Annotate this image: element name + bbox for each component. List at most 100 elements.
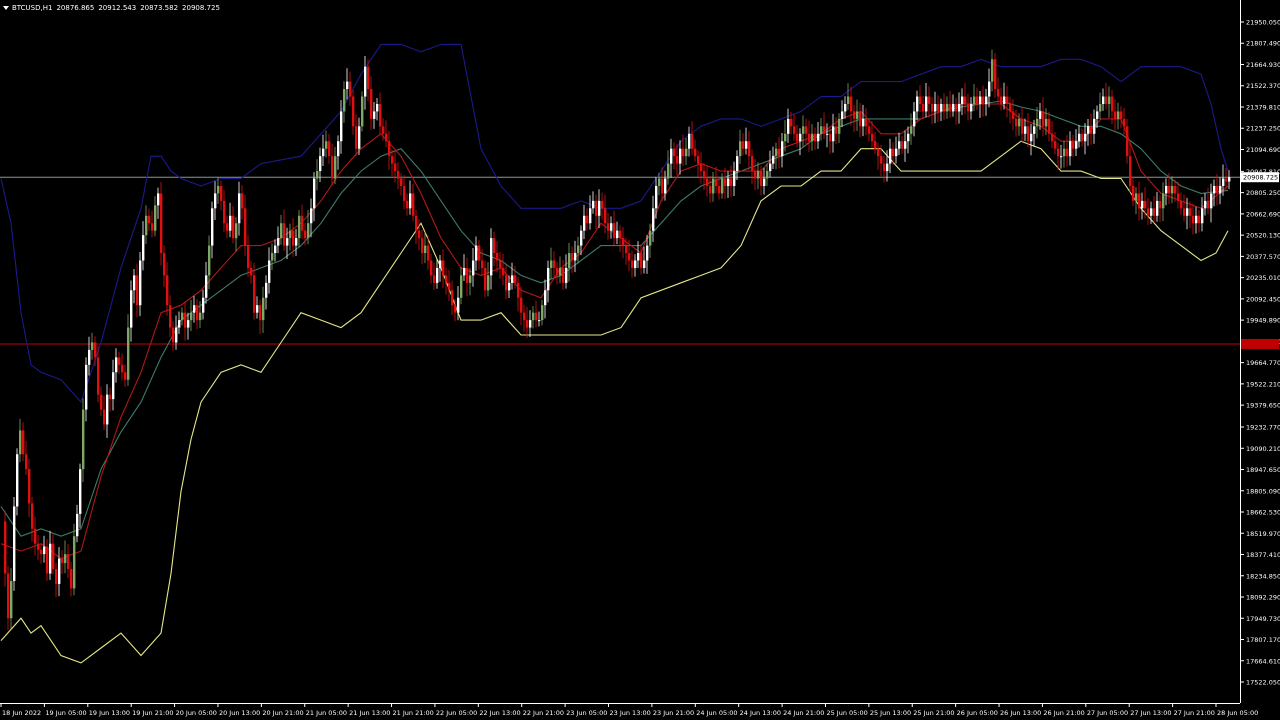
candle-body <box>796 133 799 142</box>
candle-body <box>856 111 859 119</box>
candle-body <box>301 215 304 231</box>
candle-body <box>385 133 388 142</box>
candle-body <box>937 103 940 112</box>
candle-body <box>733 171 736 186</box>
candle-body <box>964 96 967 104</box>
candle-body <box>940 103 943 112</box>
candle-body <box>91 342 94 350</box>
candle-body <box>778 148 781 157</box>
candle-body <box>1069 141 1072 157</box>
candle-body <box>1072 141 1075 149</box>
y-tick-label: 19522.210 <box>1246 380 1280 388</box>
candle-body <box>34 528 37 544</box>
y-tick-label: 20805.250 <box>1246 189 1280 197</box>
candle-body <box>694 148 697 157</box>
candle-body <box>508 282 511 291</box>
candle-body <box>607 223 610 231</box>
candle-body <box>283 223 286 246</box>
candle-body <box>394 163 397 172</box>
candle-body <box>1228 177 1231 182</box>
candle-body <box>1135 193 1138 201</box>
candle-body <box>850 96 853 112</box>
candle-body <box>403 185 406 201</box>
candle-body <box>811 133 814 142</box>
candle-body <box>595 200 598 216</box>
candle-body <box>859 111 862 127</box>
candle-body <box>424 245 427 254</box>
y-tick-label: 18377.410 <box>1246 551 1280 559</box>
candle-body <box>322 148 325 157</box>
candle-body <box>1216 185 1219 194</box>
candle-body <box>259 305 262 321</box>
candle-body <box>118 357 121 365</box>
candle-body <box>892 148 895 157</box>
candle-body <box>1141 200 1144 209</box>
candle-body <box>205 275 208 298</box>
candle-body <box>577 245 580 254</box>
candle-body <box>652 208 655 231</box>
candle-body <box>100 394 103 410</box>
candle-body <box>946 103 949 112</box>
candle-body <box>493 238 496 254</box>
x-tick-label: 24 Jun 13:00 <box>740 709 781 717</box>
candle-body <box>835 126 838 134</box>
candle-body <box>889 148 892 164</box>
candle-body <box>742 141 745 149</box>
chart-window[interactable]: BTCUSD,H1 20876.865 20912.543 20873.582 2090… <box>0 0 1280 720</box>
candle-body <box>1114 111 1117 119</box>
candle-body <box>973 96 976 104</box>
candle-body <box>925 96 928 112</box>
candle-body <box>67 554 70 570</box>
candle-body <box>445 275 448 283</box>
candle-body <box>895 148 898 157</box>
x-tick-label: 24 Jun 05:00 <box>696 709 737 717</box>
candle-body <box>673 148 676 157</box>
candle-body <box>415 215 418 231</box>
candle-body <box>664 178 667 194</box>
y-tick-label: 19090.210 <box>1246 445 1280 453</box>
y-tick-label: 20662.690 <box>1246 210 1280 218</box>
candle-body <box>697 156 700 164</box>
candle-body <box>1120 111 1123 119</box>
y-tick-label: 19232.770 <box>1246 424 1280 432</box>
x-tick-label: 25 Jun 13:00 <box>870 709 911 717</box>
candle-body <box>625 245 628 254</box>
candle-body <box>73 536 76 589</box>
candle-body <box>880 156 883 164</box>
candle-body <box>1144 200 1147 209</box>
x-tick-label: 27 Jun 13:00 <box>1130 709 1171 717</box>
candle-body <box>1204 200 1207 209</box>
candle-body <box>559 267 562 276</box>
candle-body <box>316 171 319 179</box>
candle-body <box>631 260 634 268</box>
y-tick-label: 17664.610 <box>1246 657 1280 665</box>
candle-body <box>592 200 595 209</box>
candle-body <box>916 96 919 112</box>
candle-body <box>553 260 556 268</box>
candle-body <box>712 178 715 194</box>
candle-body <box>529 320 532 328</box>
candle-body <box>874 141 877 149</box>
candle-body <box>802 126 805 134</box>
candle-body <box>817 133 820 142</box>
candle-body <box>346 81 349 90</box>
x-tick-label: 21 Jun 13:00 <box>349 709 390 717</box>
candle-body <box>745 141 748 149</box>
candle-body <box>1126 126 1129 157</box>
candle-body <box>340 111 343 142</box>
candle-body <box>721 178 724 194</box>
x-tick-label: 26 Jun 05:00 <box>957 709 998 717</box>
candle-body <box>202 297 205 313</box>
price-chart[interactable]: 21950.050 21807.490 21664.930 21522.370 2137… <box>0 0 1280 720</box>
candle-body <box>1174 185 1177 194</box>
candle-body <box>274 245 277 254</box>
current-price-label: 20908.725 <box>1243 174 1278 182</box>
candle-body <box>787 118 790 134</box>
candle-body <box>103 409 106 425</box>
candle-body <box>784 133 787 142</box>
candle-body <box>931 103 934 112</box>
candle-body <box>70 569 73 589</box>
candle-body <box>25 454 28 470</box>
candle-body <box>754 171 757 179</box>
candle-body <box>1042 111 1045 127</box>
